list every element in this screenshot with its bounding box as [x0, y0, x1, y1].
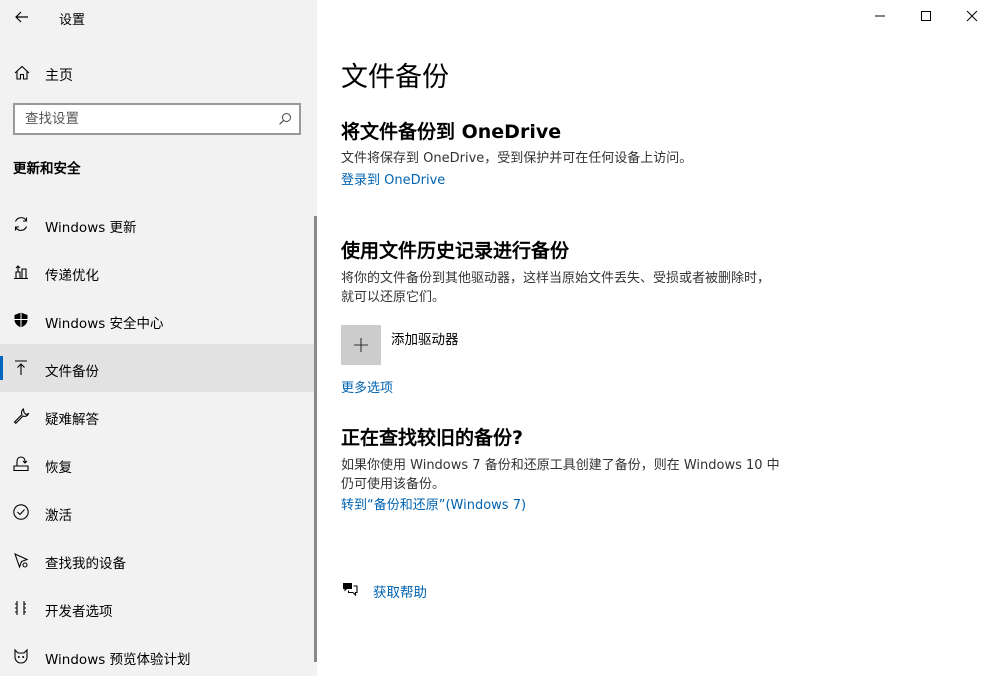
sidebar-scrollbar[interactable] — [314, 216, 317, 662]
section-title: 更新和安全 — [13, 161, 81, 177]
sidebar-item-windows-update[interactable]: Windows 更新 — [0, 200, 314, 248]
sidebar-nav: Windows 更新 传递优化 Windows 安全中心 文件备份 疑难解答 恢… — [0, 200, 314, 676]
sidebar-item-find-my-device[interactable]: 查找我的设备 — [0, 536, 314, 584]
sidebar: 设置 主页 更新和安全 Windows 更新 传递优化 — [0, 0, 317, 676]
maximize-button[interactable] — [903, 0, 949, 32]
onedrive-signin-link[interactable]: 登录到 OneDrive — [341, 169, 445, 188]
file-history-description: 将你的文件备份到其他驱动器，这样当原始文件丢失、受损或者被删除时，就可以还原它们… — [341, 271, 771, 305]
sync-icon — [14, 217, 28, 231]
sidebar-item-developer-options[interactable]: 开发者选项 — [0, 584, 314, 632]
sidebar-item-insider-program[interactable]: Windows 预览体验计划 — [0, 632, 314, 676]
search-box[interactable] — [13, 103, 301, 135]
sidebar-item-label: 疑难解答 — [45, 412, 99, 428]
plus-icon — [354, 338, 368, 352]
close-icon — [966, 10, 978, 22]
sidebar-item-activation[interactable]: 激活 — [0, 488, 314, 536]
sidebar-item-label: 激活 — [45, 508, 72, 524]
help-chat-icon — [343, 583, 358, 597]
older-backup-description: 如果你使用 Windows 7 备份和还原工具创建了备份，则在 Windows … — [341, 458, 780, 492]
sidebar-item-label: Windows 安全中心 — [45, 316, 164, 332]
minimize-button[interactable] — [857, 0, 903, 32]
maximize-icon — [921, 11, 931, 21]
sidebar-item-label: 查找我的设备 — [45, 556, 126, 572]
sidebar-item-label: 文件备份 — [45, 364, 99, 380]
sidebar-item-security-center[interactable]: Windows 安全中心 — [0, 296, 314, 344]
insider-icon — [14, 648, 28, 664]
search-icon[interactable] — [278, 112, 292, 126]
recovery-icon — [13, 456, 29, 472]
older-backup-heading: 正在查找较旧的备份? — [341, 427, 524, 449]
title-bar: 设置 — [0, 0, 317, 34]
sidebar-item-label: 恢复 — [45, 460, 72, 476]
page-title: 文件备份 — [341, 62, 449, 93]
close-button[interactable] — [949, 0, 992, 32]
onedrive-heading: 将文件备份到 OneDrive — [341, 121, 562, 143]
search-input[interactable] — [15, 105, 270, 133]
back-arrow-icon — [15, 11, 28, 23]
onedrive-description: 文件将保存到 OneDrive，受到保护并可在任何设备上访问。 — [341, 151, 693, 166]
sidebar-item-file-backup[interactable]: 文件备份 — [0, 344, 314, 392]
backup-restore-link[interactable]: 转到“备份和还原”(Windows 7) — [341, 494, 526, 513]
home-icon — [14, 65, 30, 80]
developer-icon — [15, 601, 26, 615]
get-help-link[interactable]: 获取帮助 — [373, 581, 427, 601]
add-drive-button[interactable] — [341, 325, 381, 365]
more-options-link[interactable]: 更多选项 — [341, 377, 393, 396]
file-history-heading: 使用文件历史记录进行备份 — [341, 240, 570, 262]
sidebar-item-label: Windows 更新 — [45, 220, 137, 236]
app-title: 设置 — [59, 13, 86, 28]
backup-icon — [15, 360, 27, 375]
find-device-icon — [14, 552, 29, 569]
sidebar-item-recovery[interactable]: 恢复 — [0, 440, 314, 488]
sidebar-home[interactable]: 主页 — [0, 55, 317, 91]
sidebar-item-troubleshoot[interactable]: 疑难解答 — [0, 392, 314, 440]
sidebar-home-label: 主页 — [45, 68, 73, 84]
check-circle-icon — [13, 504, 29, 520]
minimize-icon — [875, 15, 885, 17]
delivery-optimization-icon — [14, 265, 28, 280]
wrench-icon — [13, 408, 30, 425]
back-button[interactable] — [0, 0, 44, 34]
shield-icon — [14, 312, 28, 328]
sidebar-item-label: 传递优化 — [45, 268, 99, 284]
sidebar-item-delivery-optimization[interactable]: 传递优化 — [0, 248, 314, 296]
add-drive-label[interactable]: 添加驱动器 — [391, 328, 459, 348]
sidebar-item-label: Windows 预览体验计划 — [45, 652, 191, 668]
sidebar-item-label: 开发者选项 — [45, 604, 113, 620]
